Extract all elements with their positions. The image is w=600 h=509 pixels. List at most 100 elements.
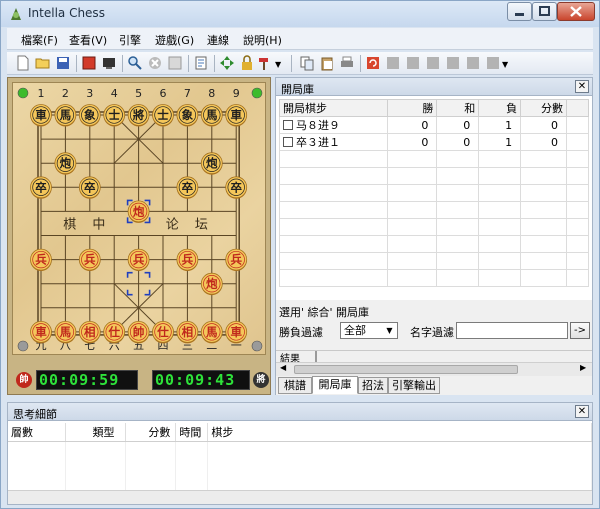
chess-piece[interactable]: 仕: [152, 320, 174, 344]
tab-opening-book[interactable]: 開局庫: [312, 376, 358, 394]
chess-piece[interactable]: 炮: [200, 272, 223, 296]
chess-piece[interactable]: 車: [30, 320, 52, 344]
search-icon[interactable]: [127, 55, 143, 71]
print-icon[interactable]: [339, 55, 355, 71]
last-move-marker: [144, 289, 151, 296]
chess-piece[interactable]: 象: [176, 104, 199, 127]
menu-help[interactable]: 說明(H): [243, 32, 282, 48]
chess-piece[interactable]: 馬: [200, 320, 223, 344]
hammer-icon[interactable]: [257, 55, 273, 71]
close-panel-button[interactable]: ✕: [575, 80, 589, 93]
chess-piece[interactable]: 卒: [176, 176, 199, 199]
menu-connect[interactable]: 連線: [207, 32, 229, 48]
maximize-button[interactable]: [532, 2, 557, 21]
chess-piece[interactable]: 車: [225, 104, 248, 127]
top-file-label: 6: [160, 87, 167, 100]
open-folder-icon[interactable]: [35, 55, 51, 71]
menu-file[interactable]: 檔案(F): [21, 32, 58, 48]
chess-piece[interactable]: 兵: [176, 248, 199, 272]
scroll-right-icon[interactable]: ▶: [580, 363, 586, 372]
close-panel-button[interactable]: ✕: [575, 405, 589, 418]
chess-piece[interactable]: 炮: [54, 152, 77, 175]
col-loss[interactable]: 負: [478, 99, 522, 117]
chess-piece[interactable]: 炮: [127, 200, 150, 223]
chess-piece[interactable]: 車: [225, 320, 248, 344]
row-checkbox[interactable]: [283, 120, 293, 130]
scroll-left-icon[interactable]: ◀: [280, 363, 286, 372]
tab-game-record[interactable]: 棋譜: [278, 377, 312, 394]
chess-piece[interactable]: 兵: [127, 248, 150, 272]
lock-icon[interactable]: [239, 55, 255, 71]
move-arrows-icon[interactable]: [219, 55, 235, 71]
col-opening-move[interactable]: 開局棋步: [279, 99, 388, 117]
menu-view[interactable]: 查看(V): [69, 32, 107, 48]
save-icon[interactable]: [55, 55, 71, 71]
col-depth[interactable]: 層數: [8, 423, 67, 442]
chess-piece[interactable]: 兵: [30, 248, 52, 272]
chess-piece[interactable]: 仕: [103, 320, 126, 344]
piece-label: 兵: [35, 253, 47, 267]
chess-piece[interactable]: 兵: [225, 248, 248, 272]
tab-engine-output[interactable]: 引擎輸出: [388, 377, 440, 394]
chess-piece[interactable]: 炮: [200, 152, 223, 175]
chess-piece[interactable]: 馬: [54, 320, 77, 344]
col-type[interactable]: 類型: [65, 423, 127, 442]
win-filter-select[interactable]: 全部 ▼: [340, 322, 398, 339]
chess-piece[interactable]: 卒: [30, 176, 52, 199]
chess-piece[interactable]: 象: [78, 104, 101, 127]
piece-label: 卒: [84, 180, 96, 194]
chess-piece[interactable]: 車: [30, 104, 52, 127]
row-checkbox[interactable]: [283, 137, 293, 147]
menu-game[interactable]: 遊戲(G): [155, 32, 194, 48]
table-row[interactable]: 卒３进１ 0 0 1 0: [279, 133, 589, 151]
col-draw[interactable]: 和: [436, 99, 480, 117]
chess-piece[interactable]: 馬: [54, 104, 77, 127]
opening-move: 卒３进１: [296, 136, 340, 149]
chess-piece[interactable]: 士: [103, 104, 126, 127]
col-score[interactable]: 分數: [520, 99, 568, 117]
edit-document-icon[interactable]: [193, 55, 209, 71]
chess-piece[interactable]: 相: [78, 320, 101, 344]
red-board-icon[interactable]: [81, 55, 97, 71]
piece-label: 帥: [133, 325, 145, 339]
table-row[interactable]: 马８进９ 0 0 1 0: [279, 116, 589, 134]
chess-piece[interactable]: 馬: [200, 104, 223, 127]
col-score[interactable]: 分數: [125, 423, 177, 442]
chess-piece[interactable]: 兵: [78, 248, 101, 272]
piece-label: 卒: [182, 180, 194, 194]
tab-moves[interactable]: 招法: [358, 377, 388, 394]
menu-engine[interactable]: 引擎: [119, 32, 141, 48]
win-count: 0: [386, 133, 438, 151]
undo-red-icon[interactable]: [365, 55, 381, 71]
minimize-button[interactable]: [507, 2, 532, 21]
close-window-button[interactable]: [557, 2, 595, 21]
col-moves[interactable]: 棋步: [207, 423, 592, 442]
name-filter-input[interactable]: [456, 322, 568, 339]
board-drawing[interactable]: 1 2 3 4 5 6 7 8 9九八七六五四三二一棋 中论 坛 車馬象士將士象馬車炮 炮卒卒卒卒…: [13, 83, 267, 356]
chess-piece[interactable]: 將: [127, 104, 150, 127]
river-text-left: 棋 中: [63, 217, 111, 232]
toolbar-overflow-chevron-icon[interactable]: ▼: [502, 60, 508, 69]
piece-label: 車: [35, 325, 47, 339]
new-file-icon[interactable]: [15, 55, 31, 71]
copy-icon[interactable]: [299, 55, 315, 71]
piece-label: 象: [84, 108, 96, 122]
refresh-icon[interactable]: [167, 55, 183, 71]
xiangqi-board[interactable]: 123456789九八七六五四三二一棋 中论 坛 車馬象士將士象馬車炮炮卒卒卒卒…: [12, 82, 266, 355]
col-win[interactable]: 勝: [386, 99, 438, 117]
clock-row: 帥 00:09:59 00:09:43 將: [12, 369, 269, 391]
chevron-down-icon[interactable]: ▼: [275, 60, 281, 69]
chess-piece[interactable]: 士: [152, 104, 174, 127]
apply-filter-button[interactable]: ->: [570, 322, 590, 339]
scrollbar-thumb[interactable]: [294, 365, 518, 374]
chess-piece[interactable]: 卒: [225, 176, 248, 199]
chess-piece[interactable]: 相: [176, 320, 199, 344]
paste-icon[interactable]: [319, 55, 335, 71]
chess-piece[interactable]: 卒: [78, 176, 101, 199]
monitor-icon[interactable]: [101, 55, 117, 71]
stop-icon[interactable]: [147, 55, 163, 71]
piece-label: 士: [157, 108, 169, 122]
col-time[interactable]: 時間: [175, 423, 209, 442]
chess-piece[interactable]: 帥: [127, 320, 150, 344]
horizontal-scrollbar[interactable]: ◀ ▶: [276, 362, 592, 376]
